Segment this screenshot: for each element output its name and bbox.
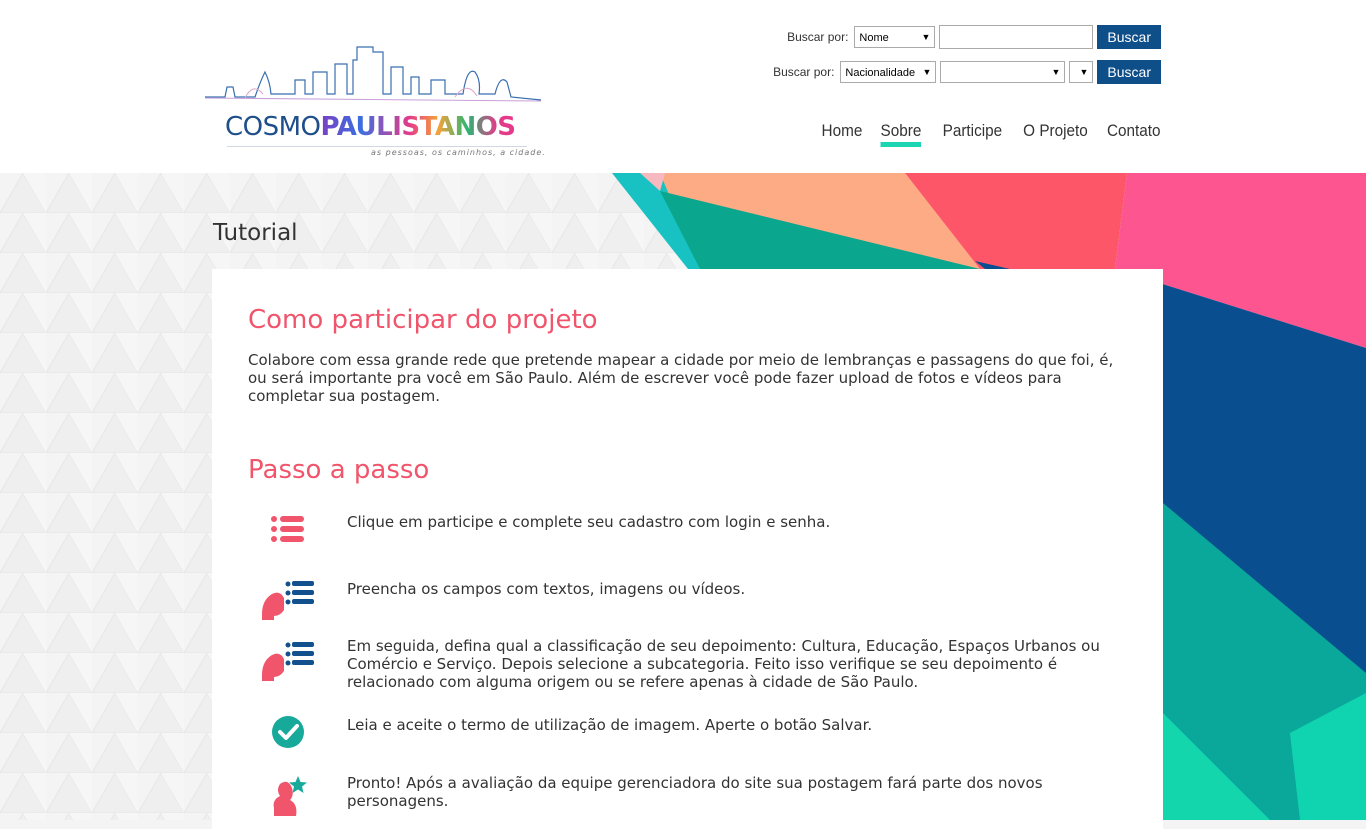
search-input[interactable] — [939, 25, 1094, 49]
site-logo[interactable]: COSMOPAULISTANOS as pessoas, os caminhos… — [205, 42, 545, 162]
content-card: Como participar do projeto Colabore com … — [212, 269, 1163, 829]
check-circle-icon — [272, 716, 304, 748]
brand-wordmark: COSMOPAULISTANOS — [225, 112, 516, 142]
step-text: Pronto! Após a avaliação da equipe geren… — [347, 774, 1043, 810]
sub-nationality-select[interactable]: ▼ — [1069, 61, 1094, 83]
logo-divider — [227, 146, 527, 147]
nationality-type-value: Nacionalidade — [845, 67, 916, 79]
search-by-nationality-row: Buscar por: Nacionalidade ▼ ▼ ▼ Buscar — [773, 60, 1161, 84]
search-type-value: Nome — [859, 32, 889, 44]
search-label: Buscar por: — [773, 65, 835, 79]
site-header: COSMOPAULISTANOS as pessoas, os caminhos… — [0, 0, 1366, 173]
intro-paragraph: Colabore com essa grande rede que preten… — [248, 351, 1114, 405]
brand-name-part2: PAULISTANOS — [320, 112, 517, 142]
nav-participe[interactable]: Participe — [942, 121, 1002, 147]
nav-o-projeto[interactable]: O Projeto — [1023, 121, 1088, 147]
search-by-name-row: Buscar por: Nome ▼ Buscar — [787, 25, 1161, 49]
step-text: Em seguida, defina qual a classificação … — [347, 637, 1100, 691]
section-heading-participate: Como participar do projeto — [248, 305, 598, 335]
list-icon — [271, 516, 304, 542]
page-title: Tutorial — [213, 220, 298, 246]
brand-tagline: as pessoas, os caminhos, a cidade. — [371, 148, 546, 157]
search-nationality-button[interactable]: Buscar — [1097, 60, 1161, 84]
nationality-type-select[interactable]: Nacionalidade ▼ — [840, 61, 937, 83]
dropdown-arrow-icon: ▼ — [1051, 67, 1061, 77]
search-button[interactable]: Buscar — [1097, 25, 1161, 49]
profile-form-icon — [262, 581, 314, 620]
step-text: Leia e aceite o termo de utilização de i… — [347, 716, 873, 734]
section-heading-steps: Passo a passo — [248, 455, 430, 485]
skyline-logo-art — [205, 46, 542, 102]
nav-contato[interactable]: Contato — [1107, 121, 1161, 147]
dropdown-arrow-icon: ▼ — [922, 67, 932, 77]
step-text: Preencha os campos com textos, imagens o… — [347, 580, 746, 598]
nav-home[interactable]: Home — [821, 121, 862, 147]
main-nav: Home Sobre Participe O Projeto Contato — [817, 121, 1161, 147]
nationality-select[interactable]: ▼ — [940, 61, 1066, 83]
search-label: Buscar por: — [787, 30, 849, 44]
brand-name-part1: COSMO — [225, 112, 321, 142]
dropdown-arrow-icon: ▼ — [1079, 67, 1089, 77]
step-text: Clique em participe e complete seu cadas… — [347, 513, 831, 531]
dropdown-arrow-icon: ▼ — [921, 32, 931, 42]
nav-sobre[interactable]: Sobre — [880, 121, 922, 147]
profile-form-icon — [262, 642, 314, 681]
person-star-icon — [273, 776, 307, 816]
search-type-select[interactable]: Nome ▼ — [854, 26, 936, 48]
